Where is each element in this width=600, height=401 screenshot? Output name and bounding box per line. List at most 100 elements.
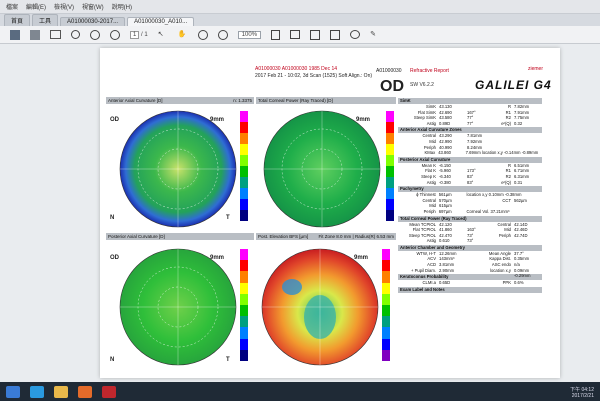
taskbar: 下午 04:12 2017/2/21 xyxy=(0,382,600,401)
map-nasal-label: N xyxy=(110,357,115,363)
tab-tools[interactable]: 工具 xyxy=(32,14,59,26)
map-temporal-label: T xyxy=(226,215,230,221)
measurements-column: SimK SimK 43.130 R 7.82mm Flat SimK 42.690 16… xyxy=(398,97,542,375)
page-up-icon[interactable] xyxy=(90,29,100,40)
row-key2: Periph xyxy=(498,232,511,238)
row-value2: 0.6% xyxy=(514,280,524,286)
row-value2: Corneal Vol. 37.21mm³ xyxy=(466,208,510,214)
panel-title: Anterior Axial Curvature [D] n: 1.3375 xyxy=(106,97,254,104)
zoom-out-icon[interactable] xyxy=(197,29,208,40)
row-value: 697µm xyxy=(438,208,452,214)
software-version: SW V6.2.2 xyxy=(410,82,434,88)
map-diameter-label: 9mm xyxy=(356,117,371,123)
row-key2: e²(Q) xyxy=(501,179,511,185)
row-axis: 73° xyxy=(467,238,474,244)
zoom-select[interactable]: 100% xyxy=(237,30,262,39)
map-nasal-label: N xyxy=(110,215,115,221)
row-key: Periph xyxy=(423,208,436,214)
row-value: 0.65D xyxy=(439,280,451,286)
menu-item-help[interactable]: 說明(H) xyxy=(112,2,132,11)
save-icon[interactable] xyxy=(10,29,20,40)
zone-row: KMax 43.860 7.69mm location x,y -0.14mm -0… xyxy=(398,150,542,156)
media-icon[interactable] xyxy=(78,385,92,398)
row-value2: 0.32 xyxy=(514,120,523,126)
panel-total-corneal-power: Total Corneal Power (Ray Traced) [D] 9mm xyxy=(256,97,396,230)
screen: 檔案 編輯(E) 檢視(V) 視窗(W) 說明(H) 首頁 工具 A010000… xyxy=(0,0,600,401)
tab-home[interactable]: 首頁 xyxy=(4,14,31,26)
hand-icon[interactable]: ✋ xyxy=(178,30,188,40)
section-exam-notes-title: Exam Label and Notes xyxy=(398,286,542,293)
row-value2: 7.69mm location x,y -0.14mm -0.89mm xyxy=(465,150,539,156)
row-value: -0.380 xyxy=(439,179,451,185)
page-down-icon[interactable] xyxy=(110,29,120,40)
row-key2: e²(Q) xyxy=(501,120,511,126)
color-scale xyxy=(240,249,248,362)
patient-id: A01000030 xyxy=(376,68,402,74)
page-current[interactable]: 1 xyxy=(130,30,140,39)
row-key2: CCT xyxy=(502,197,511,203)
pdf-reader-icon[interactable] xyxy=(102,385,116,398)
tab-document-1[interactable]: A01000030-2017... xyxy=(60,17,126,26)
row-value2: 0.09mm -0.29mm xyxy=(514,267,531,279)
row-key: Astig xyxy=(426,179,436,185)
menu-bar: 檔案 編輯(E) 檢視(V) 視窗(W) 說明(H) xyxy=(0,0,600,14)
section-title-text: Anterior Chamber and Geometry xyxy=(400,244,465,250)
pen-icon[interactable]: ✎ xyxy=(370,30,380,40)
panel-title-text: Total Corneal Power (Ray Traced) [D] xyxy=(258,98,333,103)
rotate-icon[interactable] xyxy=(310,29,321,40)
brand-logo: GALILEI G4 xyxy=(475,78,552,92)
exam-date-line: 2017 Feb 21 - 10:02, 3d Scan (1525) Soft… xyxy=(255,73,373,79)
panel-title: Total Corneal Power (Ray Traced) [D] xyxy=(256,97,396,104)
row-value: 43.860 xyxy=(438,150,452,156)
report-title: Refractive Report xyxy=(410,68,449,74)
section-title-text: Posterior Axial Curvature xyxy=(400,156,451,162)
patient-name-line: A01000030 A01000030 1985 Dec 14 xyxy=(255,66,338,72)
chamber-row: + Pupil Diam. 2.90mm location x,y 0.09mm -0… xyxy=(398,267,542,279)
row-value: 0.610 xyxy=(439,238,450,244)
fit-width-icon[interactable] xyxy=(290,30,301,39)
section-title-text: Pachymetry xyxy=(400,186,424,192)
cursor-icon[interactable]: ↖ xyxy=(158,30,168,40)
pachymetry-row: Periph 697µm Corneal Vol. 37.21mm³ xyxy=(398,209,542,215)
share-icon[interactable] xyxy=(330,29,341,40)
mail-icon[interactable] xyxy=(50,30,61,39)
row-value2: 0.31 xyxy=(514,179,523,185)
menu-item-edit[interactable]: 編輯(E) xyxy=(26,2,46,11)
comment-icon[interactable] xyxy=(350,30,361,39)
posterior-row: Astig -0.380 83° e²(Q) 0.31 xyxy=(398,180,542,186)
section-title-text: Exam Label and Notes xyxy=(400,286,445,292)
map-temporal-label: T xyxy=(226,357,230,363)
topography-map-anterior xyxy=(119,110,237,228)
menu-item-file[interactable]: 檔案 xyxy=(6,2,18,11)
folder-icon[interactable] xyxy=(54,385,68,398)
search-icon[interactable] xyxy=(71,30,80,39)
menu-item-window[interactable]: 視窗(W) xyxy=(82,2,104,11)
panel-title-right: Fit Zone 8.0 mm | Radius(R) 6.53 mm xyxy=(318,234,394,239)
eye-label: OD xyxy=(380,78,404,95)
print-icon[interactable] xyxy=(30,29,40,40)
map-diameter-label: 9mm xyxy=(354,255,369,261)
start-icon[interactable] xyxy=(6,385,20,398)
zoom-in-icon[interactable] xyxy=(217,29,228,40)
fit-page-icon[interactable] xyxy=(271,29,281,40)
row-key2: location x,y xyxy=(490,267,511,273)
row-axis: 83° xyxy=(467,179,474,185)
row-value: 0.89D xyxy=(439,120,451,126)
section-simk-title-text: SimK xyxy=(400,98,411,103)
map-diameter-label: 9mm xyxy=(210,117,225,123)
panel-title-text: Post. Elevation BFS [µm] xyxy=(258,234,309,239)
row-key: Astig xyxy=(426,120,436,126)
row-value2: 562µm xyxy=(514,197,527,203)
clock-time: 下午 04:12 xyxy=(570,387,594,393)
tab-document-2[interactable]: A01000030_A010... xyxy=(127,17,195,26)
section-title-text: Keratoconus Probability xyxy=(400,274,449,280)
panel-anterior-axial: Anterior Axial Curvature [D] n: 1.3375 OD… xyxy=(106,97,254,230)
topography-map-elevation xyxy=(261,248,379,366)
ie-icon[interactable] xyxy=(30,385,44,398)
row-axis: 77° xyxy=(467,120,474,126)
menu-item-view[interactable]: 檢視(V) xyxy=(54,2,74,11)
color-scale xyxy=(382,249,390,362)
panel-title-text: Posterior Axial Curvature [D] xyxy=(108,234,165,239)
row-key: Astig xyxy=(426,238,436,244)
row-key: CLMI.a xyxy=(422,280,437,286)
